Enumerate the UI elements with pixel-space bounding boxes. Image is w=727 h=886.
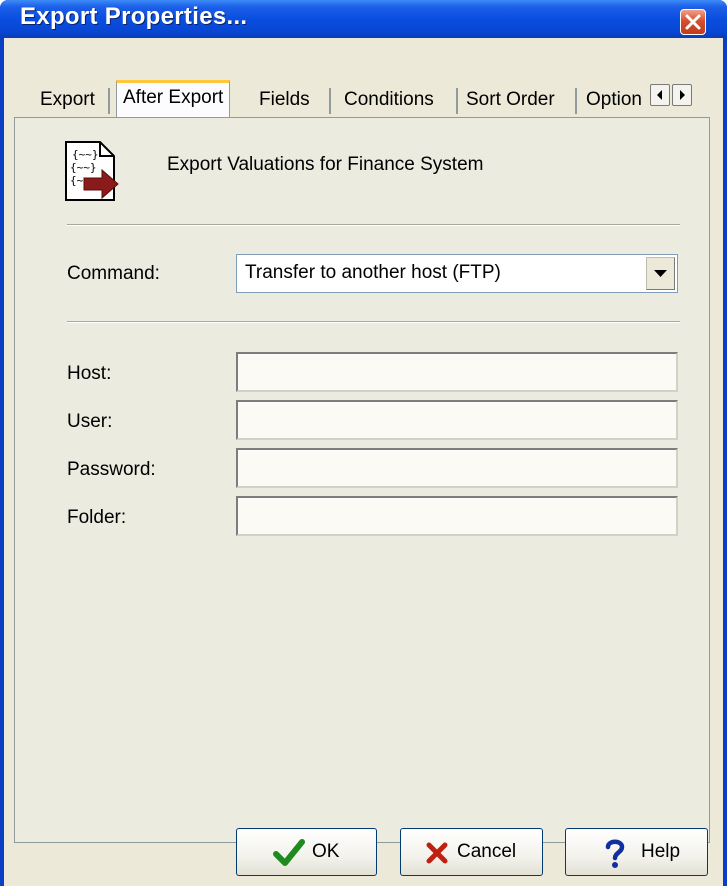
host-input[interactable] xyxy=(236,352,678,392)
export-description: Export Valuations for Finance System xyxy=(167,154,484,175)
tab-separator xyxy=(329,88,331,114)
checkmark-icon xyxy=(273,839,305,866)
scroll-right-icon xyxy=(680,90,685,100)
help-button-label: Help xyxy=(641,841,681,862)
folder-input[interactable] xyxy=(236,496,678,536)
cancel-button-label: Cancel xyxy=(457,841,517,862)
divider xyxy=(67,321,680,323)
tab-after-export[interactable]: After Export xyxy=(116,80,231,118)
tab-scroll-left-button[interactable] xyxy=(650,84,670,106)
tab-conditions[interactable]: Conditions xyxy=(344,86,434,114)
tab-export[interactable]: Export xyxy=(40,86,95,114)
dialog-client-area: Export After Export Fields Conditions So… xyxy=(4,38,723,886)
tab-scroll-right-button[interactable] xyxy=(672,84,692,106)
help-button[interactable]: Help xyxy=(565,828,708,876)
tab-separator xyxy=(108,88,110,114)
chevron-down-icon xyxy=(654,270,667,277)
document-export-icon: {~~} {~~} {~ xyxy=(65,141,119,201)
command-label: Command: xyxy=(67,263,160,284)
tab-separator xyxy=(456,88,458,114)
cancel-button[interactable]: Cancel xyxy=(400,828,543,876)
window-title: Export Properties... xyxy=(20,3,248,30)
scroll-left-icon xyxy=(657,90,662,100)
close-button[interactable] xyxy=(680,9,706,35)
user-label: User: xyxy=(67,411,113,432)
command-selected-value: Transfer to another host (FTP) xyxy=(245,262,501,283)
ok-button-label: OK xyxy=(312,841,340,862)
user-input[interactable] xyxy=(236,400,678,440)
x-icon xyxy=(426,842,448,864)
tab-fields[interactable]: Fields xyxy=(259,86,310,114)
tab-sort-order[interactable]: Sort Order xyxy=(466,86,555,114)
host-label: Host: xyxy=(67,363,112,384)
svg-text:{~: {~ xyxy=(70,174,84,187)
question-icon xyxy=(605,839,625,868)
ok-button[interactable]: OK xyxy=(236,828,377,876)
close-icon xyxy=(685,14,701,30)
tab-options[interactable]: Option xyxy=(586,86,652,114)
dropdown-button[interactable] xyxy=(646,257,675,290)
export-properties-window: Export Properties... Export After Export… xyxy=(0,0,727,886)
command-dropdown[interactable]: Transfer to another host (FTP) xyxy=(236,254,678,293)
divider xyxy=(67,224,680,226)
folder-label: Folder: xyxy=(67,507,127,528)
svg-text:{~~}: {~~} xyxy=(70,161,97,174)
password-label: Password: xyxy=(67,459,156,480)
tab-separator xyxy=(575,88,577,114)
password-input[interactable] xyxy=(236,448,678,488)
svg-text:{~~}: {~~} xyxy=(72,148,99,161)
title-bar[interactable]: Export Properties... xyxy=(0,0,727,38)
